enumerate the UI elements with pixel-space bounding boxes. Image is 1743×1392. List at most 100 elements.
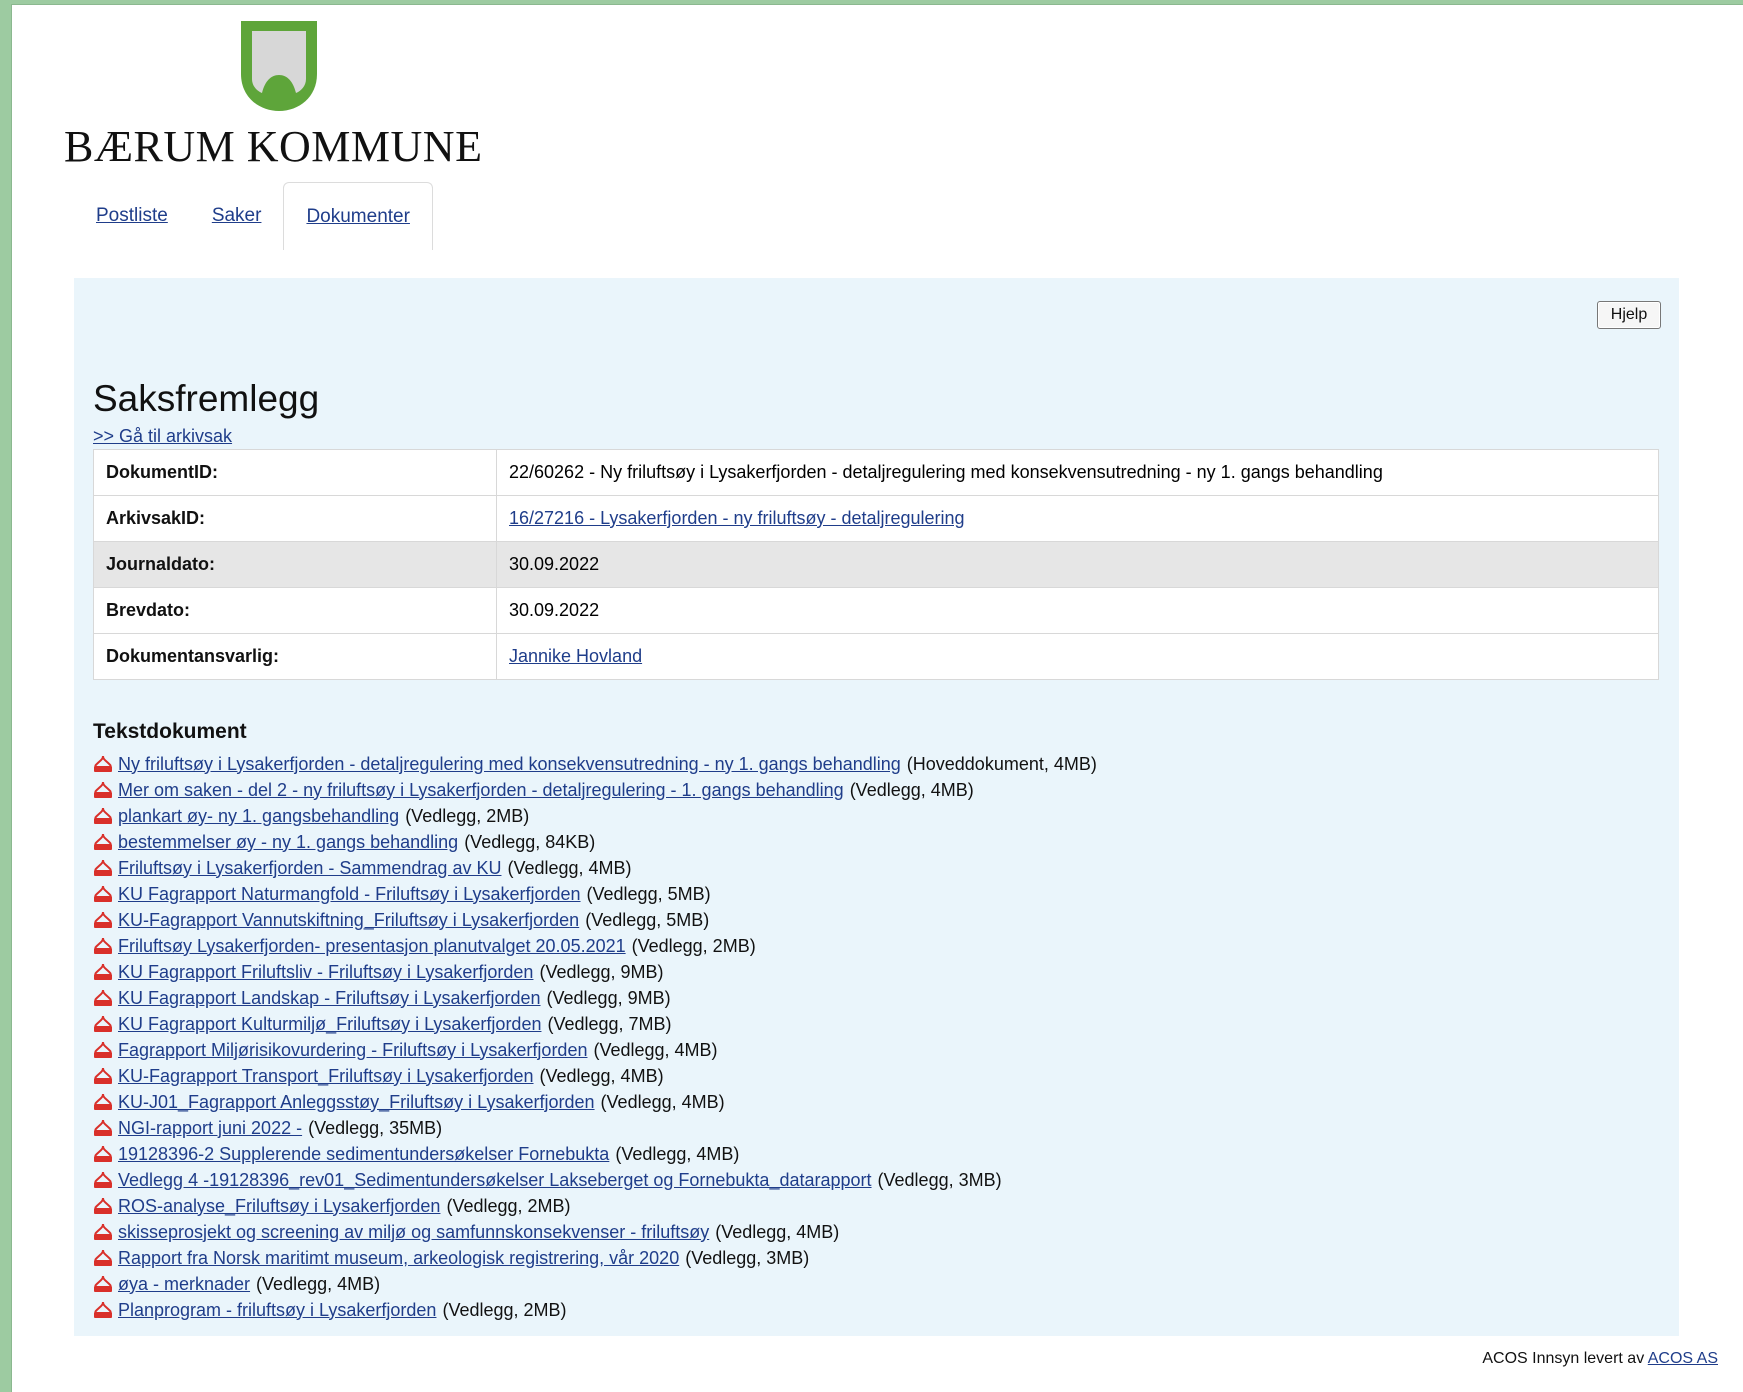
document-list-item: KU Fagrapport Landskap - Friluftsøy i Ly… [93,985,1097,1011]
document-meta: (Vedlegg, 4MB) [849,779,974,800]
pdf-icon[interactable] [93,1275,113,1293]
document-list-item: ROS-analyse_Friluftsøy i Lysakerfjorden (… [93,1193,1097,1219]
document-list-item: Friluftsøy i Lysakerfjorden - Sammendrag… [93,855,1097,881]
document-list-item: plankart øy- ny 1. gangsbehandling (Vedle… [93,803,1097,829]
document-list-item: Mer om saken - del 2 - ny friluftsøy i L… [93,777,1097,803]
pdf-icon[interactable] [93,989,113,1007]
document-list-item: NGI-rapport juni 2022 - (Vedlegg, 35MB) [93,1115,1097,1141]
document-list-item: Fagrapport Miljørisikovurdering - Friluf… [93,1037,1097,1063]
pdf-icon[interactable] [93,1171,113,1189]
metadata-value: 22/60262 - Ny friluftsøy i Lysakerfjorde… [496,449,1659,496]
tab-postliste[interactable]: Postliste [74,182,190,250]
document-meta: (Vedlegg, 5MB) [585,909,710,930]
document-link[interactable]: Vedlegg 4 -19128396_rev01_Sedimentunders… [118,1170,872,1191]
document-list-item: Rapport fra Norsk maritimt museum, arkeo… [93,1245,1097,1271]
document-link[interactable]: KU-J01_Fagrapport Anleggsstøy_Friluftsøy… [118,1092,595,1113]
document-link[interactable]: Ny friluftsøy i Lysakerfjorden - detaljr… [118,754,901,775]
metadata-row-archive-case-id: ArkivsakID: 16/27216 - Lysakerfjorden - … [93,495,1659,542]
pdf-icon[interactable] [93,1197,113,1215]
document-list-item: KU-J01_Fagrapport Anleggsstøy_Friluftsøy… [93,1089,1097,1115]
document-link[interactable]: KU Fagrapport Kulturmiljø_Friluftsøy i L… [118,1014,541,1035]
document-link[interactable]: Rapport fra Norsk maritimt museum, arkeo… [118,1248,679,1269]
pdf-icon[interactable] [93,781,113,799]
document-link[interactable]: Friluftsøy Lysakerfjorden- presentasjon … [118,936,626,957]
document-meta: (Vedlegg, 9MB) [539,961,664,982]
metadata-label: Dokumentansvarlig: [93,633,497,680]
pdf-icon[interactable] [93,937,113,955]
document-link[interactable]: NGI-rapport juni 2022 - [118,1118,302,1139]
document-list-item: 19128396-2 Supplerende sedimentundersøke… [93,1141,1097,1167]
metadata-row-document-id: DokumentID: 22/60262 - Ny friluftsøy i L… [93,449,1659,496]
document-list-item: Planprogram - friluftsøy i Lysakerfjorde… [93,1297,1097,1323]
document-meta: (Vedlegg, 5MB) [586,883,711,904]
document-link[interactable]: Mer om saken - del 2 - ny friluftsøy i L… [118,780,844,801]
metadata-row-journal-date: Journaldato: 30.09.2022 [93,541,1659,588]
tab-saker[interactable]: Saker [190,182,284,250]
pdf-icon[interactable] [93,1301,113,1319]
acos-link[interactable]: ACOS AS [1648,1350,1718,1367]
document-link[interactable]: KU Fagrapport Landskap - Friluftsøy i Ly… [118,988,541,1009]
pdf-icon[interactable] [93,885,113,903]
document-meta: (Vedlegg, 4MB) [615,1143,740,1164]
metadata-label: ArkivsakID: [93,495,497,542]
document-link[interactable]: Planprogram - friluftsøy i Lysakerfjorde… [118,1300,436,1321]
pdf-icon[interactable] [93,1041,113,1059]
metadata-row-letter-date: Brevdato: 30.09.2022 [93,587,1659,634]
pdf-icon[interactable] [93,963,113,981]
document-list-item: Friluftsøy Lysakerfjorden- presentasjon … [93,933,1097,959]
archive-case-link[interactable]: 16/27216 - Lysakerfjorden - ny friluftsø… [509,508,965,528]
pdf-icon[interactable] [93,1067,113,1085]
metadata-value: 30.09.2022 [496,587,1659,634]
document-list-item: bestemmelser øy - ny 1. gangs behandling… [93,829,1097,855]
pdf-icon[interactable] [93,859,113,877]
text-documents-heading: Tekstdokument [93,720,247,743]
document-link[interactable]: øya - merknader [118,1274,250,1295]
document-meta: (Vedlegg, 3MB) [685,1247,810,1268]
pdf-icon[interactable] [93,755,113,773]
document-owner-link[interactable]: Jannike Hovland [509,646,642,666]
document-list-item: KU-Fagrapport Transport_Friluftsøy i Lys… [93,1063,1097,1089]
document-meta: (Vedlegg, 4MB) [593,1039,718,1060]
metadata-label: Brevdato: [93,587,497,634]
pdf-icon[interactable] [93,1249,113,1267]
document-meta: (Hoveddokument, 4MB) [906,753,1097,774]
document-panel: Hjelp Saksfremlegg >> Gå til arkivsak Do… [74,278,1679,1336]
metadata-value-cell: 16/27216 - Lysakerfjorden - ny friluftsø… [496,495,1659,542]
document-link[interactable]: KU-Fagrapport Transport_Friluftsøy i Lys… [118,1066,534,1087]
document-link[interactable]: bestemmelser øy - ny 1. gangs behandling [118,832,458,853]
document-metadata-table: DokumentID: 22/60262 - Ny friluftsøy i L… [93,449,1659,680]
document-meta: (Vedlegg, 2MB) [631,935,756,956]
pdf-icon[interactable] [93,911,113,929]
document-link[interactable]: KU Fagrapport Naturmangfold - Friluftsøy… [118,884,581,905]
document-link[interactable]: Fagrapport Miljørisikovurdering - Friluf… [118,1040,587,1061]
document-meta: (Vedlegg, 7MB) [547,1013,672,1034]
pdf-icon[interactable] [93,1093,113,1111]
pdf-icon[interactable] [93,833,113,851]
document-meta: (Vedlegg, 4MB) [715,1221,840,1242]
municipality-logo[interactable]: BÆRUM KOMMUNE [64,19,504,171]
document-link[interactable]: Friluftsøy i Lysakerfjorden - Sammendrag… [118,858,501,879]
document-link[interactable]: KU Fagrapport Friluftsliv - Friluftsøy i… [118,962,533,983]
pdf-icon[interactable] [93,1015,113,1033]
metadata-label: Journaldato: [93,541,497,588]
metadata-label: DokumentID: [93,449,497,496]
document-meta: (Vedlegg, 4MB) [507,857,632,878]
document-list-item: Ny friluftsøy i Lysakerfjorden - detaljr… [93,751,1097,777]
pdf-icon[interactable] [93,1223,113,1241]
document-meta: (Vedlegg, 84KB) [464,831,596,852]
page-frame: BÆRUM KOMMUNE Postliste Saker Dokumenter… [11,4,1743,1392]
document-meta: (Vedlegg, 35MB) [308,1117,443,1138]
document-list-item: skisseprosjekt og screening av miljø og … [93,1219,1097,1245]
document-link[interactable]: KU-Fagrapport Vannutskiftning_Friluftsøy… [118,910,579,931]
main-tabs: Postliste Saker Dokumenter [74,182,433,250]
tab-dokumenter[interactable]: Dokumenter [283,182,433,250]
pdf-icon[interactable] [93,807,113,825]
document-link[interactable]: ROS-analyse_Friluftsøy i Lysakerfjorden [118,1196,440,1217]
document-link[interactable]: 19128396-2 Supplerende sedimentundersøke… [118,1144,609,1165]
go-to-archive-case-link[interactable]: >> Gå til arkivsak [93,426,232,447]
document-link[interactable]: plankart øy- ny 1. gangsbehandling [118,806,399,827]
help-button[interactable]: Hjelp [1597,301,1661,329]
document-link[interactable]: skisseprosjekt og screening av miljø og … [118,1222,709,1243]
pdf-icon[interactable] [93,1145,113,1163]
pdf-icon[interactable] [93,1119,113,1137]
